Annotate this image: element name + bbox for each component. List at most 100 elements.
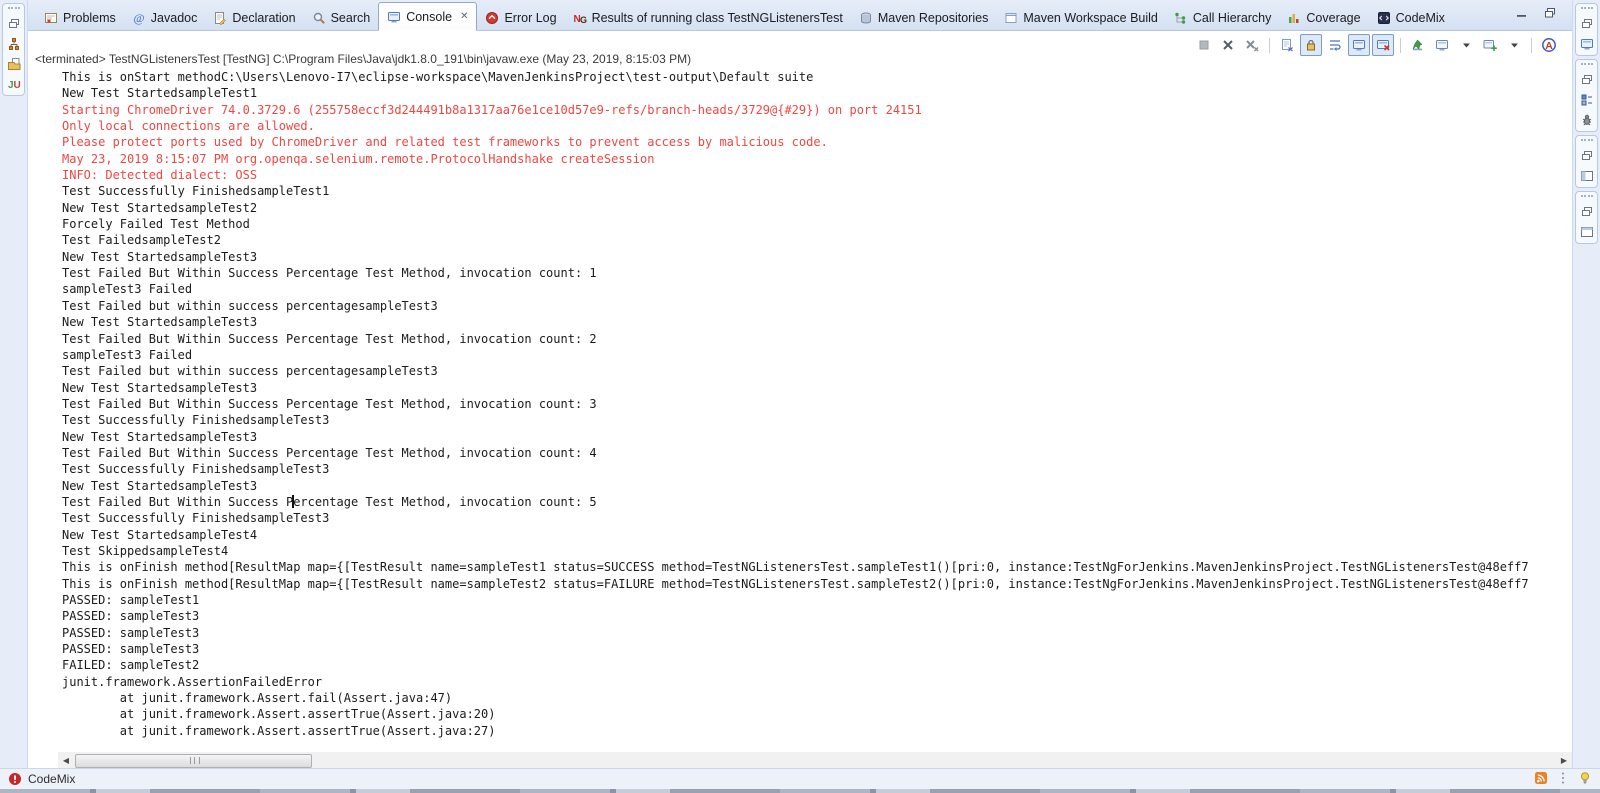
dropdown-caret-icon[interactable] bbox=[1455, 34, 1477, 56]
console-icon bbox=[387, 10, 401, 24]
remove-launch-icon[interactable] bbox=[1217, 34, 1239, 56]
console-line: May 23, 2019 8:15:07 PM org.openqa.selen… bbox=[62, 151, 655, 166]
testng-icon: NG bbox=[573, 11, 587, 25]
tab-coverage[interactable]: Coverage bbox=[1279, 5, 1368, 30]
dropdown-caret-icon[interactable] bbox=[1503, 34, 1525, 56]
lightbulb-icon[interactable] bbox=[1578, 771, 1592, 785]
testng-grid-icon[interactable] bbox=[1580, 93, 1594, 107]
error-log-icon bbox=[485, 11, 499, 25]
tab-maven-repositories[interactable]: Maven Repositories bbox=[851, 5, 996, 30]
layout-top-icon[interactable] bbox=[1580, 225, 1594, 239]
codemix-error-icon[interactable] bbox=[8, 772, 22, 786]
text-caret bbox=[292, 494, 294, 508]
console-line: Test Failed but within success percentag… bbox=[62, 298, 438, 313]
restore-icon[interactable] bbox=[1580, 149, 1594, 163]
scroll-left-arrow[interactable]: ◀ bbox=[58, 752, 74, 768]
tab-search[interactable]: Search bbox=[304, 5, 379, 30]
console-line: Test Failed But Within Success Percentag… bbox=[62, 445, 597, 460]
toolbar-separator bbox=[1269, 37, 1270, 53]
console-line: This is onFinish method[ResultMap map={[… bbox=[62, 576, 1529, 591]
layout-left-icon[interactable] bbox=[1580, 169, 1594, 183]
drag-handle[interactable] bbox=[1580, 139, 1593, 143]
restore-icon[interactable] bbox=[1580, 73, 1594, 87]
tab-console[interactable]: Console ✕ bbox=[378, 2, 478, 31]
junit-icon[interactable]: JU bbox=[7, 77, 21, 91]
tab-maven-workspace-build[interactable]: Maven Workspace Build bbox=[996, 5, 1166, 30]
show-stdout-icon[interactable] bbox=[1348, 34, 1370, 56]
tab-error-log[interactable]: Error Log bbox=[477, 5, 564, 30]
console-toolbar: A bbox=[1193, 34, 1560, 56]
terminate-icon[interactable] bbox=[1193, 34, 1215, 56]
show-stderr-icon[interactable] bbox=[1372, 34, 1394, 56]
drag-handle[interactable] bbox=[1580, 195, 1593, 199]
console-line: This is onFinish method[ResultMap map={[… bbox=[62, 560, 1529, 575]
toolbar-separator bbox=[1531, 37, 1532, 53]
console-line: This is onStart methodC:\Users\Lenovo-I7… bbox=[62, 70, 814, 84]
tab-label: Error Log bbox=[504, 10, 557, 25]
console-line: Test Failed but within success percentag… bbox=[62, 364, 438, 379]
tab-label: Maven Workspace Build bbox=[1023, 10, 1158, 25]
tab-label: CodeMix bbox=[1395, 10, 1445, 25]
console-icon[interactable] bbox=[1580, 37, 1594, 51]
declaration-icon bbox=[213, 11, 227, 25]
scroll-right-arrow[interactable]: ▶ bbox=[1556, 752, 1572, 768]
copy-folder-icon[interactable] bbox=[7, 57, 21, 71]
window-buttons bbox=[1514, 5, 1558, 21]
console-line: sampleTest3 Failed bbox=[62, 347, 193, 362]
console-line: Please protect ports used by ChromeDrive… bbox=[62, 135, 828, 150]
tab-javadoc[interactable]: @ Javadoc bbox=[124, 5, 206, 30]
overflow-dots-icon[interactable] bbox=[1556, 771, 1570, 785]
minimize-button[interactable] bbox=[1514, 5, 1530, 21]
console-line: PASSED: sampleTest3 bbox=[62, 609, 200, 624]
status-bar: CodeMix bbox=[0, 768, 1600, 788]
javadoc-icon: @ bbox=[132, 11, 146, 25]
remove-all-launches-icon[interactable] bbox=[1241, 34, 1263, 56]
console-line: New Test StartedsampleTest4 bbox=[62, 527, 258, 542]
console-line: New Test StartedsampleTest2 bbox=[62, 200, 258, 215]
close-icon[interactable]: ✕ bbox=[460, 11, 468, 22]
console-line: New Test StartedsampleTest3 bbox=[62, 429, 258, 444]
console-line: Test Failed But Within Success Percentag… bbox=[62, 396, 597, 411]
horizontal-scrollbar-thumb[interactable] bbox=[75, 754, 312, 768]
console-line: Test Successfully FinishedsampleTest3 bbox=[62, 511, 330, 526]
svg-text:U: U bbox=[13, 80, 20, 91]
console-output[interactable]: This is onStart methodC:\Users\Lenovo-I7… bbox=[56, 66, 1572, 750]
console-line: INFO: Detected dialect: OSS bbox=[62, 168, 258, 183]
minimized-view-stack bbox=[1575, 3, 1598, 56]
console-line: PASSED: sampleTest3 bbox=[62, 642, 200, 657]
pin-console-icon[interactable] bbox=[1407, 34, 1429, 56]
console-line: at junit.framework.Assert.fail(Assert.ja… bbox=[62, 691, 453, 706]
drag-handle[interactable] bbox=[7, 7, 20, 11]
hierarchy-icon[interactable] bbox=[7, 37, 21, 51]
svg-text:@: @ bbox=[133, 11, 144, 25]
restore-icon[interactable] bbox=[1580, 17, 1594, 31]
console-line: Only local connections are allowed. bbox=[62, 119, 315, 134]
rss-icon[interactable] bbox=[1534, 771, 1548, 785]
tab-bar-tabs: Problems @ Javadoc Declaration Search Console… bbox=[36, 2, 1453, 31]
minimized-view-stack bbox=[1575, 59, 1598, 132]
coverage-icon bbox=[1287, 11, 1301, 25]
open-console-icon[interactable] bbox=[1479, 34, 1501, 56]
view-tab-bar: Problems @ Javadoc Declaration Search Console… bbox=[28, 0, 1572, 31]
word-wrap-icon[interactable] bbox=[1324, 34, 1346, 56]
horizontal-scrollbar[interactable]: ◀ ▶ bbox=[58, 752, 1572, 768]
console-line: at junit.framework.Assert.assertTrue(Ass… bbox=[62, 707, 496, 722]
tab-call-hierarchy[interactable]: Call Hierarchy bbox=[1166, 5, 1280, 30]
clear-console-icon[interactable] bbox=[1276, 34, 1298, 56]
tab-results-of-running-class-testnglistenerstest[interactable]: N G Results of running class TestNGListene… bbox=[565, 5, 851, 30]
restore-icon[interactable] bbox=[7, 17, 21, 31]
display-console-icon[interactable] bbox=[1431, 34, 1453, 56]
console-line: Test Failed But Within Success Percentag… bbox=[62, 494, 597, 509]
drag-handle[interactable] bbox=[1580, 63, 1593, 67]
tab-problems[interactable]: Problems bbox=[36, 5, 124, 30]
tab-declaration[interactable]: Declaration bbox=[205, 5, 303, 30]
scroll-lock-icon[interactable] bbox=[1300, 34, 1322, 56]
drag-handle[interactable] bbox=[1580, 7, 1593, 11]
ansi-console-icon[interactable]: A bbox=[1538, 34, 1560, 56]
restore-icon[interactable] bbox=[1580, 205, 1594, 219]
status-bar-right-icons bbox=[1534, 771, 1592, 785]
restore-button[interactable] bbox=[1542, 5, 1558, 21]
console-line: at junit.framework.Assert.assertTrue(Ass… bbox=[62, 723, 496, 738]
tab-codemix[interactable]: CodeMix bbox=[1369, 5, 1453, 30]
debug-bug-icon[interactable] bbox=[1580, 113, 1594, 127]
